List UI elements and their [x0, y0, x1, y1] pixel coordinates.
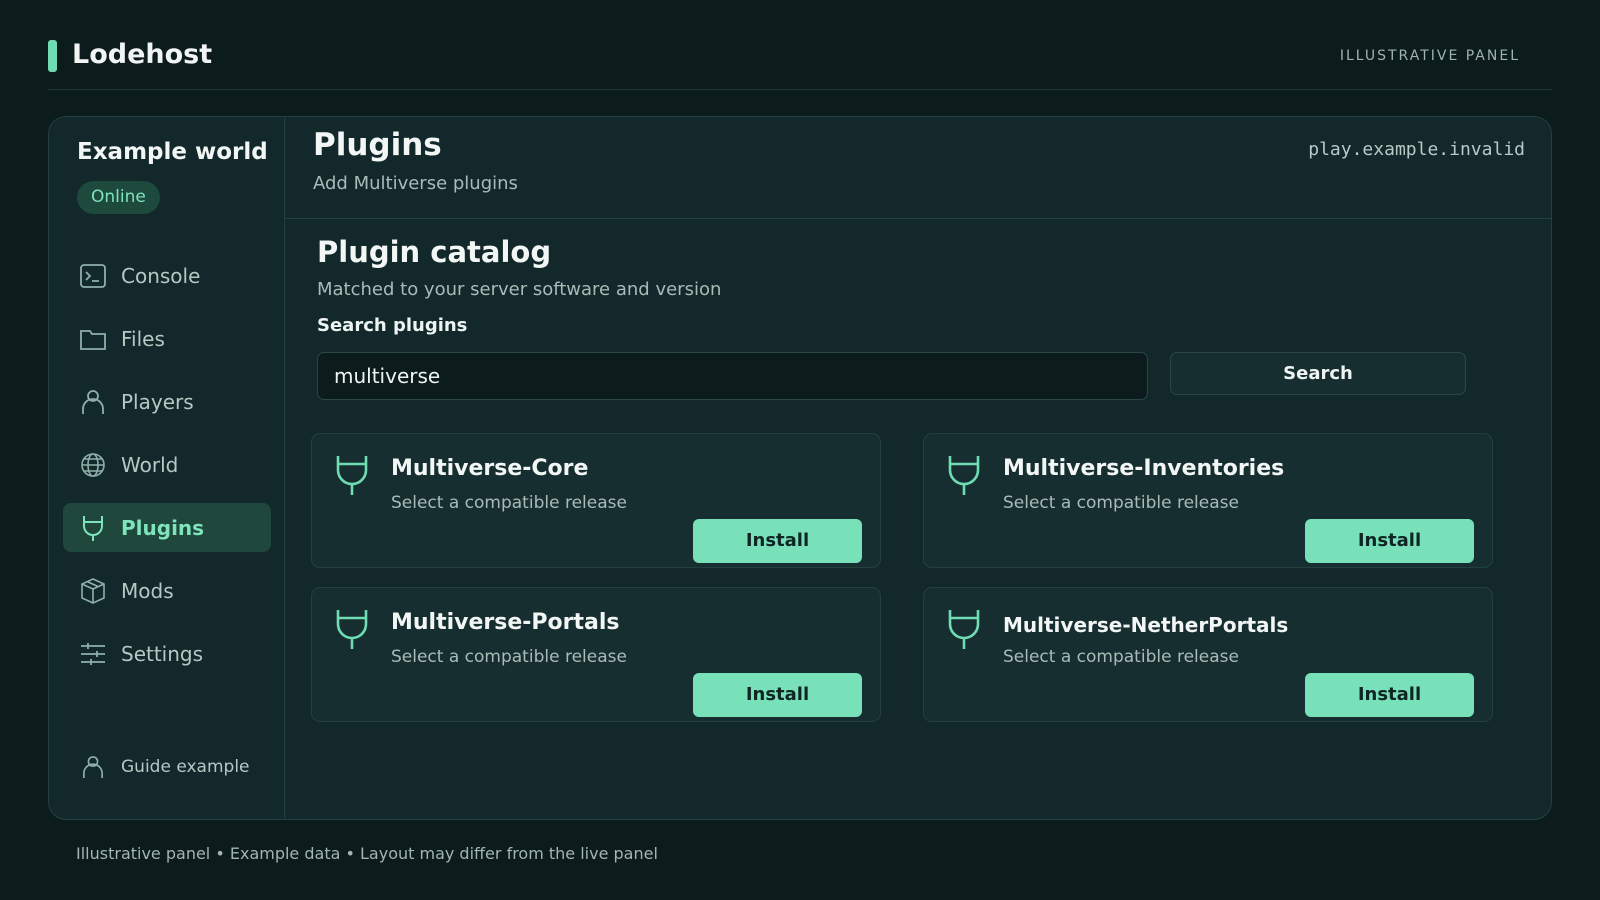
globe-icon [79, 451, 107, 479]
brand-accent-bar [48, 40, 57, 72]
box-icon [79, 577, 107, 605]
search-input[interactable] [317, 352, 1148, 400]
plugin-card: Multiverse-Portals Select a compatible r… [311, 587, 881, 722]
sidebar-item-label: Mods [121, 578, 174, 603]
sidebar-nav: Console Files Players World Plugins Mods… [63, 251, 271, 692]
plugin-name: Multiverse-Core [391, 456, 589, 481]
plug-icon [334, 608, 370, 650]
footer-note: Illustrative panel • Example data • Layo… [76, 844, 658, 863]
plug-icon [79, 514, 107, 542]
user-icon [79, 753, 107, 781]
plug-icon [334, 454, 370, 496]
install-button[interactable]: Install [693, 673, 862, 717]
status-badge: Online [77, 181, 160, 214]
sidebar-item-files[interactable]: Files [63, 314, 271, 363]
sliders-icon [79, 640, 107, 668]
guide-label: Guide example [121, 757, 250, 777]
plugin-name: Multiverse-Portals [391, 610, 620, 635]
page-subtitle: Add Multiverse plugins [313, 173, 518, 194]
plugin-description: Select a compatible release [391, 493, 627, 513]
sidebar-item-mods[interactable]: Mods [63, 566, 271, 615]
plugin-name: Multiverse-NetherPortals [1003, 613, 1289, 637]
sidebar-item-label: Console [121, 263, 201, 288]
page-title: Plugins [313, 127, 442, 163]
sidebar: Example world Online Console Files Playe… [49, 117, 285, 819]
install-button[interactable]: Install [1305, 673, 1474, 717]
panel-tag: ILLUSTRATIVE PANEL [1339, 48, 1520, 64]
install-button[interactable]: Install [1305, 519, 1474, 563]
plugin-card: Multiverse-NetherPortals Select a compat… [923, 587, 1493, 722]
install-button[interactable]: Install [693, 519, 862, 563]
plugin-description: Select a compatible release [1003, 647, 1239, 667]
console-icon [79, 262, 107, 290]
sidebar-item-label: Plugins [121, 515, 205, 540]
server-address[interactable]: play.example.invalid [1308, 139, 1525, 160]
guide-link[interactable]: Guide example [79, 753, 250, 781]
plugin-description: Select a compatible release [1003, 493, 1239, 513]
sidebar-item-label: Players [121, 389, 194, 414]
sidebar-item-world[interactable]: World [63, 440, 271, 489]
top-header: Lodehost ILLUSTRATIVE PANEL [48, 0, 1552, 90]
world-name: Example world [77, 139, 268, 165]
plugin-card: Multiverse-Inventories Select a compatib… [923, 433, 1493, 568]
plugin-description: Select a compatible release [391, 647, 627, 667]
user-icon [79, 388, 107, 416]
main-panel: Example world Online Console Files Playe… [48, 116, 1552, 820]
sidebar-item-label: Files [121, 326, 165, 351]
sidebar-item-plugins[interactable]: Plugins [63, 503, 271, 552]
plugin-card: Multiverse-Core Select a compatible rele… [311, 433, 881, 568]
sidebar-item-console[interactable]: Console [63, 251, 271, 300]
sidebar-item-settings[interactable]: Settings [63, 629, 271, 678]
search-button[interactable]: Search [1170, 352, 1466, 395]
plugin-name: Multiverse-Inventories [1003, 456, 1285, 481]
content-header: Plugins Add Multiverse plugins play.exam… [285, 117, 1551, 219]
brand-name[interactable]: Lodehost [72, 39, 212, 70]
sidebar-item-label: Settings [121, 641, 204, 666]
catalog-subtitle: Matched to your server software and vers… [317, 279, 722, 300]
sidebar-item-label: World [121, 452, 179, 477]
search-label: Search plugins [317, 315, 468, 336]
folder-icon [79, 325, 107, 353]
catalog-title: Plugin catalog [317, 235, 552, 269]
plug-icon [946, 608, 982, 650]
plug-icon [946, 454, 982, 496]
sidebar-item-players[interactable]: Players [63, 377, 271, 426]
